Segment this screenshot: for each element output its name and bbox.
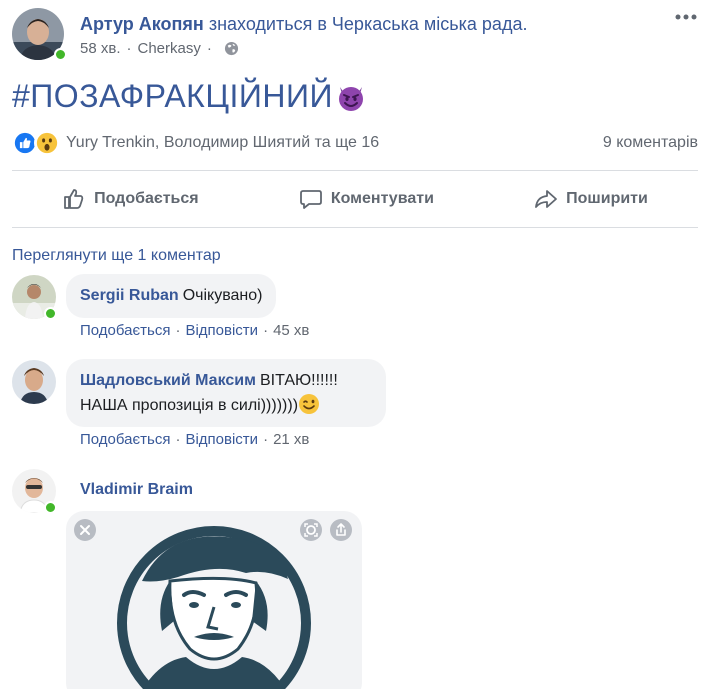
reaction-names-link[interactable]: Yury Trenkin, Володимир Шиятий та ще 16 xyxy=(66,134,379,152)
smiling-devil-emoji-icon xyxy=(338,86,363,111)
wow-reaction-icon xyxy=(34,130,60,156)
comment-bubble: Sergii Ruban Очікувано) xyxy=(66,274,277,318)
post-time[interactable]: 58 хв. xyxy=(80,40,121,57)
comment-like-link[interactable]: Подобається xyxy=(80,322,170,339)
share-button-label: Поширити xyxy=(566,190,648,207)
globe-icon[interactable] xyxy=(224,41,239,56)
comments-count-link[interactable]: 9 коментарів xyxy=(603,134,698,152)
comment-actions: Подобається · Відповісти · 45 хв xyxy=(80,322,309,339)
online-status-dot xyxy=(44,307,57,320)
wink-emoji-icon xyxy=(299,394,320,414)
comment-button[interactable]: Коментувати xyxy=(299,187,434,211)
comment-reply-link[interactable]: Відповісти xyxy=(185,322,258,339)
more-options-icon[interactable] xyxy=(672,8,700,26)
comment-line: Шадловський Максим ВІТАЮ!!!!!! xyxy=(80,369,372,393)
comment-text-line2: НАША пропозиція в силі))))))) xyxy=(80,397,299,414)
author-checkin-text[interactable]: знаходиться в Черкаська міська рада. xyxy=(204,14,528,34)
comment-dot-separator: · xyxy=(263,431,269,448)
like-button-label: Подобається xyxy=(94,190,199,207)
post-hashtag-link[interactable]: #ПОЗАФРАКЦІЙНИЙ xyxy=(12,78,333,115)
comment-dot-separator: · xyxy=(175,322,181,339)
comment-button-label: Коментувати xyxy=(330,190,434,207)
online-status-dot xyxy=(44,501,57,514)
view-more-comments-link[interactable]: Переглянути ще 1 коментар xyxy=(12,247,221,265)
comment-line: НАША пропозиція в силі))))))) xyxy=(80,393,372,418)
meta-separator: · xyxy=(126,40,132,57)
portrait-logo-illustration xyxy=(117,526,311,689)
post-action-bar: Подобається Коментувати Поширити xyxy=(12,174,698,224)
author-name-link[interactable]: Артур Акопян xyxy=(80,14,204,34)
commenter-avatar[interactable] xyxy=(12,360,56,404)
post-meta: 58 хв. · Cherkasy · xyxy=(80,40,239,57)
comment-time[interactable]: 45 хв xyxy=(273,322,309,339)
reactions-summary: Yury Trenkin, Володимир Шиятий та ще 16 … xyxy=(12,128,698,158)
reaction-icons[interactable] xyxy=(12,130,60,156)
comment-dot-separator: · xyxy=(263,322,269,339)
share-button[interactable]: Поширити xyxy=(534,187,648,211)
post-header: Артур Акопян знаходиться в Черкаська міс… xyxy=(12,8,702,64)
comment-author-link[interactable]: Vladimir Braim xyxy=(80,481,193,499)
comment-sticker-image[interactable] xyxy=(66,511,362,689)
share-arrow-icon xyxy=(535,190,558,208)
meta-separator: · xyxy=(206,40,212,57)
speech-bubble-icon xyxy=(299,190,322,209)
comment-bubble: Шадловський Максим ВІТАЮ!!!!!! НАША пропо… xyxy=(66,359,386,427)
comment-like-link[interactable]: Подобається xyxy=(80,431,170,448)
comment-author-link[interactable]: Шадловський Максим xyxy=(80,372,256,389)
comment-text: Очікувано) xyxy=(182,287,263,304)
comment-time[interactable]: 21 хв xyxy=(273,431,309,448)
comment-text-line1: ВІТАЮ!!!!!! xyxy=(259,372,338,389)
thumbs-up-icon xyxy=(64,189,84,209)
comment-reply-link[interactable]: Відповісти xyxy=(185,431,258,448)
comment-actions: Подобається · Відповісти · 21 хв xyxy=(80,431,309,448)
divider xyxy=(12,170,698,171)
online-status-dot xyxy=(54,48,67,61)
comment-author-link[interactable]: Sergii Ruban xyxy=(80,287,179,304)
divider xyxy=(12,227,698,228)
post-text: #ПОЗАФРАКЦІЙНИЙ xyxy=(12,78,367,115)
post-location[interactable]: Cherkasy xyxy=(138,40,201,57)
like-button[interactable]: Подобається xyxy=(62,187,199,211)
author-line: Артур Акопян знаходиться в Черкаська міс… xyxy=(80,14,527,35)
comment-dot-separator: · xyxy=(175,431,181,448)
